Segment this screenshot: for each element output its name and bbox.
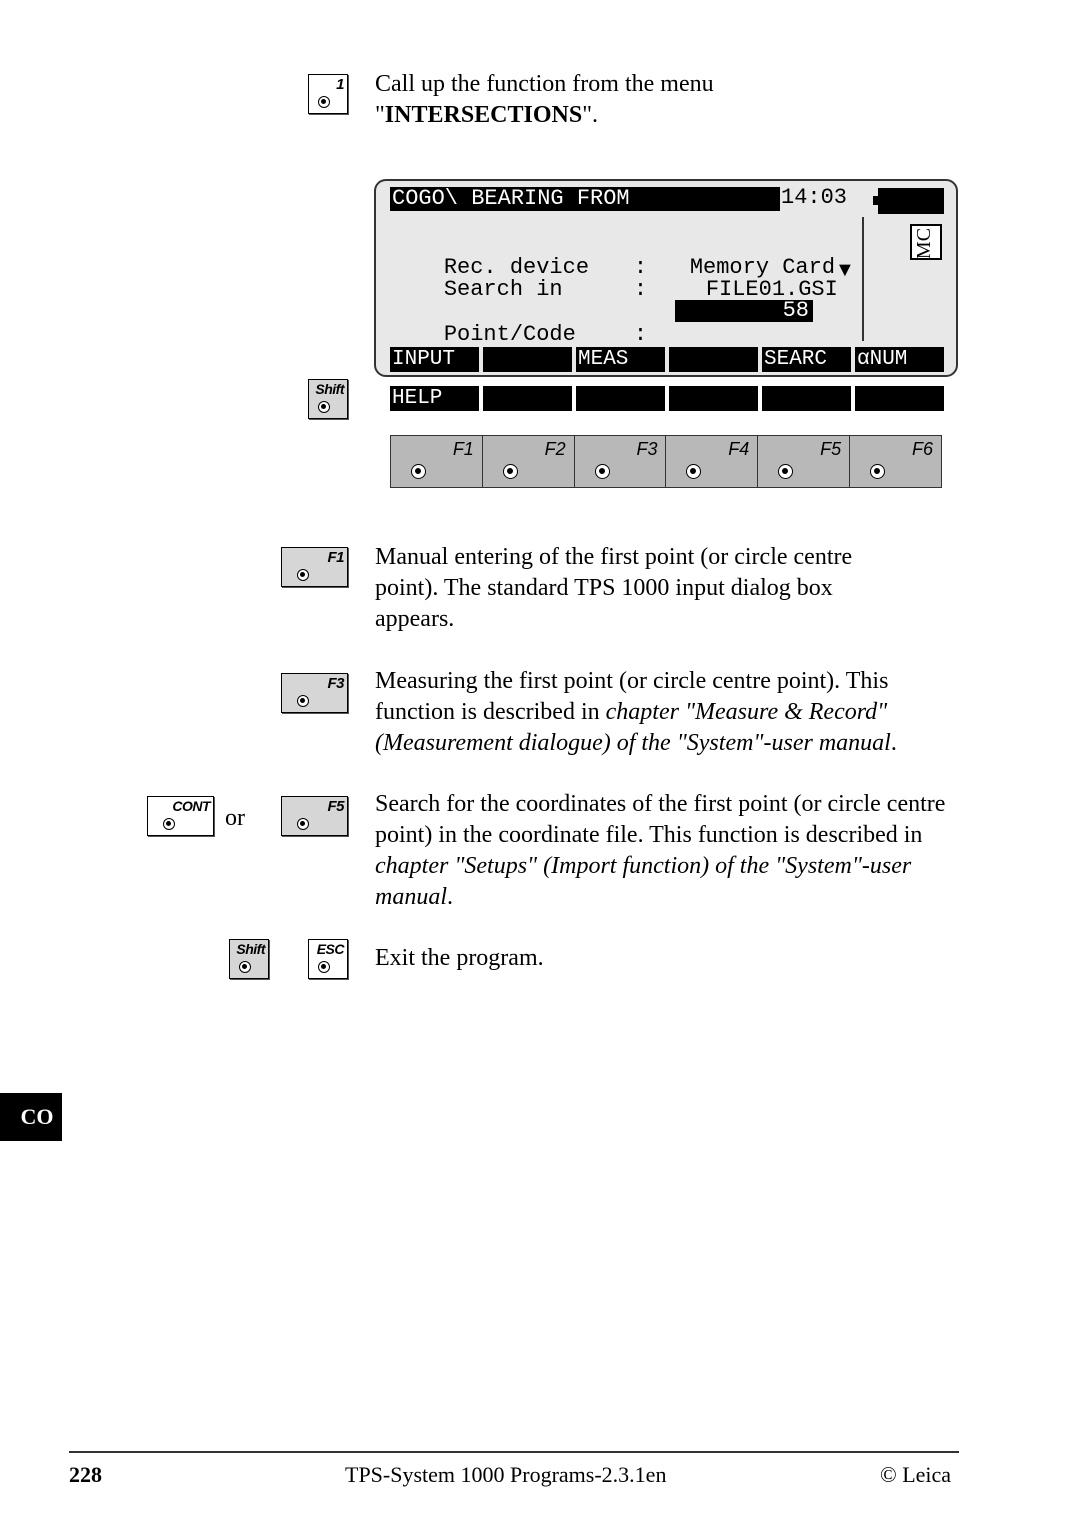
fkey-f2[interactable]: F2 (483, 436, 575, 487)
key-cont[interactable]: CONT (147, 796, 214, 836)
key-dot-icon (318, 401, 330, 413)
footer-divider (69, 1451, 959, 1453)
key-f3-label: F3 (327, 675, 344, 692)
key-dot-icon (686, 464, 702, 479)
softkey-help[interactable]: HELP (390, 386, 479, 411)
shift-softkey-5[interactable] (762, 386, 851, 411)
or-label: or (225, 805, 245, 831)
key-cont-label: CONT (172, 798, 210, 814)
key-dot-icon (297, 818, 309, 830)
key-1-label: 1 (336, 76, 344, 93)
key-dot-icon (778, 464, 794, 479)
display-time: 14:03 (781, 185, 848, 210)
instruction-f1-text: Manual entering of the first point (or c… (375, 544, 853, 632)
chapter-side-tab: CO (0, 1093, 62, 1141)
fkey-f2-label: F2 (544, 439, 566, 459)
quote-open: " (375, 102, 385, 128)
softkey-input[interactable]: INPUT (390, 347, 479, 372)
softkey-alpha-num[interactable]: αNUM (855, 347, 944, 372)
display-divider (862, 217, 864, 341)
softkey-search[interactable]: SEARC (762, 347, 851, 372)
shift-key-label: Shift (315, 381, 344, 397)
dropdown-arrow-icon[interactable]: ▼ (835, 259, 855, 281)
key-dot-icon (297, 569, 309, 581)
fkey-f1-label: F1 (452, 439, 474, 459)
key-dot-icon (411, 464, 426, 479)
quote-close: ". (582, 102, 598, 128)
instruction-f3-text: Measuring the first point (or circle cen… (375, 666, 955, 759)
key-dot-icon (297, 695, 309, 707)
fkey-f1[interactable]: F1 (391, 436, 483, 487)
fkey-f3[interactable]: F3 (575, 436, 667, 487)
fkey-f3-label: F3 (636, 439, 658, 459)
fkey-f6-label: F6 (911, 439, 933, 459)
softkey-empty-2[interactable] (483, 347, 572, 372)
key-dot-icon (502, 464, 518, 479)
instruction-f3-end: . (890, 730, 897, 756)
key-dot-icon (163, 818, 175, 830)
instruction-f5-end: . (447, 884, 453, 910)
fkey-f4[interactable]: F4 (666, 436, 759, 487)
instrument-display: COGO\ BEARING FROM 14:03 MC Rec. device:… (374, 179, 958, 377)
search-in-value[interactable]: FILE01.GSI (706, 277, 838, 302)
key-dot-icon (239, 961, 251, 973)
fkey-f4-label: F4 (728, 439, 750, 459)
page-number: 228 (69, 1462, 102, 1487)
key-dot-icon (594, 464, 610, 479)
key-dot-icon (318, 96, 330, 108)
shift-softkey-2[interactable] (483, 386, 572, 411)
shift-softkey-6[interactable] (855, 386, 944, 411)
softkey-meas[interactable]: MEAS (576, 347, 665, 372)
instruction-f5-text: Search for the coordinates of the first … (375, 789, 950, 913)
softkey-empty-4[interactable] (669, 347, 758, 372)
key-dot-icon (870, 464, 886, 479)
menu-name: INTERSECTIONS (384, 102, 583, 128)
mc-badge: MC (910, 224, 942, 260)
key-shift-label: Shift (236, 941, 265, 957)
point-code-label: Point/Code (443, 322, 576, 347)
footer-title: TPS-System 1000 Programs-2.3.1en (345, 1462, 667, 1487)
footer-copyright: © Leica (880, 1462, 952, 1487)
step1-text-line: Call up the function from the menu (375, 71, 714, 97)
step1-text: Call up the function from the menu "INTE… (375, 69, 935, 131)
fkey-f5[interactable]: F5 (758, 436, 851, 487)
key-dot-icon (318, 961, 330, 973)
key-f1-label: F1 (327, 549, 344, 566)
key-esc-label: ESC (316, 941, 345, 957)
shift-key[interactable]: Shift (308, 379, 348, 419)
instruction-f5-plain: Search for the coordinates of the first … (375, 791, 946, 848)
shift-softkey-3[interactable] (576, 386, 665, 411)
shift-softkey-row: HELP (390, 386, 944, 411)
function-key-strip: F1 F2 F3 F4 F5 F6 (390, 435, 942, 488)
key-f3[interactable]: F3 (281, 673, 348, 713)
search-in-label: Search in (443, 277, 563, 302)
key-f1[interactable]: F1 (281, 547, 348, 587)
key-f5[interactable]: F5 (281, 796, 348, 836)
display-title: COGO\ BEARING FROM (390, 187, 780, 211)
point-code-input[interactable]: 58 (675, 300, 813, 322)
mc-badge-text: MC (913, 227, 936, 260)
search-in-colon: : (633, 277, 648, 302)
key-f5-label: F5 (327, 798, 344, 815)
fkey-f6[interactable]: F6 (850, 436, 941, 487)
key-1[interactable]: 1 (308, 74, 348, 114)
point-code-colon: : (633, 322, 648, 347)
key-esc[interactable]: ESC (308, 939, 348, 979)
fkey-f5-label: F5 (820, 439, 842, 459)
instruction-exit-text: Exit the program. (375, 945, 544, 971)
softkey-row: INPUT MEAS SEARC αNUM (390, 347, 944, 372)
key-shift[interactable]: Shift (229, 939, 269, 979)
instruction-f5-reference: chapter "Setups" (Import function) of th… (375, 853, 912, 910)
battery-icon (873, 188, 944, 214)
shift-softkey-4[interactable] (669, 386, 758, 411)
